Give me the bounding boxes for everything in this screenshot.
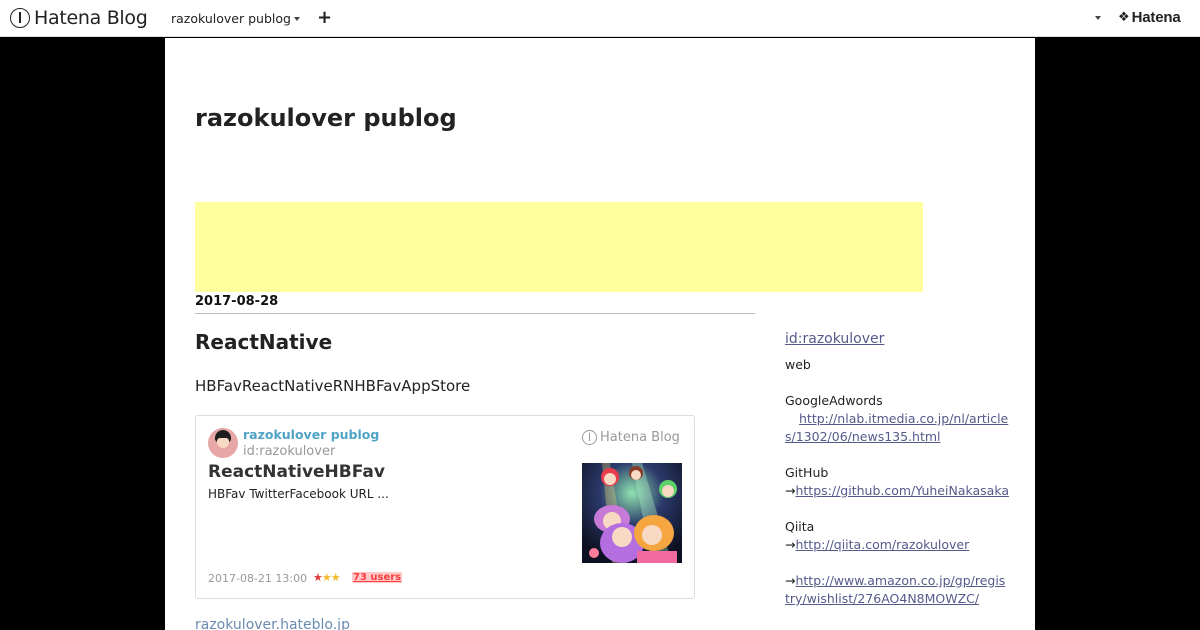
blog-url-link[interactable]: razokulover.hateblo.jp [195, 617, 350, 630]
hatena-brand-icon: ❖ [1118, 10, 1130, 25]
hatena-brand-logo[interactable]: ❖ Hatena [1118, 9, 1181, 26]
entry-date[interactable]: 2017-08-28 [195, 294, 278, 309]
hatena-brand-text: Hatena [1131, 9, 1181, 26]
sidebar-amazon: →http://www.amazon.co.jp/gp/registry/wis… [785, 572, 1010, 608]
author-avatar[interactable] [208, 428, 238, 458]
star-red-icon: ★ [313, 571, 323, 584]
ad-banner[interactable] [195, 202, 923, 292]
arrow-icon: → [785, 573, 796, 588]
sidebar-adwords-link[interactable]: http://nlab.itmedia.co.jp/nl/articles/13… [785, 411, 1008, 444]
embed-blog-card[interactable]: razokulover publog id:razokulover Hatena… [195, 415, 695, 599]
entry-body-text: HBFavReactNativeRNHBFavAppStore [195, 377, 471, 395]
card-logo-text: Hatena Blog [600, 430, 680, 445]
global-header: Hatena Blog razokulover publog + ❖ Haten… [0, 0, 1200, 37]
sidebar-web-label: web [785, 357, 811, 372]
blog-switcher[interactable]: razokulover publog [171, 11, 300, 26]
sidebar-qiita: Qiita →http://qiita.com/razokulover [785, 518, 1010, 554]
sidebar-github: GitHub →https://github.com/YuheiNakasaka [785, 464, 1010, 500]
blog-title[interactable]: razokulover publog [195, 104, 457, 132]
sidebar-adwords: GoogleAdwords http://nlab.itmedia.co.jp/… [785, 392, 1010, 446]
card-author-id[interactable]: id:razokulover [243, 444, 335, 459]
sidebar-github-label: GitHub [785, 465, 829, 480]
arrow-icon: → [785, 537, 796, 552]
sidebar-web-text: web [785, 356, 1010, 374]
date-divider [195, 313, 755, 314]
sidebar-qiita-label: Qiita [785, 519, 815, 534]
hatena-blog-logo-icon [582, 430, 597, 445]
card-blog-name[interactable]: razokulover publog [243, 427, 379, 442]
card-thumbnail-image[interactable] [582, 463, 682, 563]
blog-container: razokulover publog 2017-08-28 ReactNativ… [165, 38, 1035, 630]
sidebar-amazon-wishlist-link[interactable]: http://www.amazon.co.jp/gp/registry/wish… [785, 573, 1005, 606]
star-yellow-icon: ★★ [321, 571, 341, 584]
chevron-down-icon [293, 16, 300, 21]
card-entry-title[interactable]: ReactNativeHBFav [208, 462, 385, 482]
hatena-blog-logo[interactable]: Hatena Blog [10, 7, 148, 29]
sidebar-qiita-link[interactable]: http://qiita.com/razokulover [795, 537, 969, 552]
card-hatena-blog-logo: Hatena Blog [582, 430, 680, 445]
arrow-icon: → [785, 483, 796, 498]
add-entry-button[interactable]: + [317, 7, 332, 29]
blog-switcher-label: razokulover publog [171, 11, 291, 26]
logo-text: Hatena Blog [34, 7, 148, 29]
entry-title[interactable]: ReactNative [195, 330, 332, 354]
sidebar-adwords-label: GoogleAdwords [785, 393, 883, 408]
user-menu-chevron-down-icon[interactable] [1095, 16, 1101, 20]
star-icons[interactable]: ★★★ [313, 571, 341, 584]
bookmark-users-link[interactable]: 73 users [352, 572, 403, 583]
card-date: 2017-08-21 13:00 [208, 572, 308, 585]
sidebar-author-id-link[interactable]: id:razokulover [785, 331, 884, 347]
sidebar-github-link[interactable]: https://github.com/YuheiNakasaka [795, 483, 1009, 498]
card-description: HBFav TwitterFacebook URL ... [208, 487, 389, 501]
anime-illustration-image [582, 463, 682, 563]
hatena-blog-logo-icon [10, 8, 30, 28]
